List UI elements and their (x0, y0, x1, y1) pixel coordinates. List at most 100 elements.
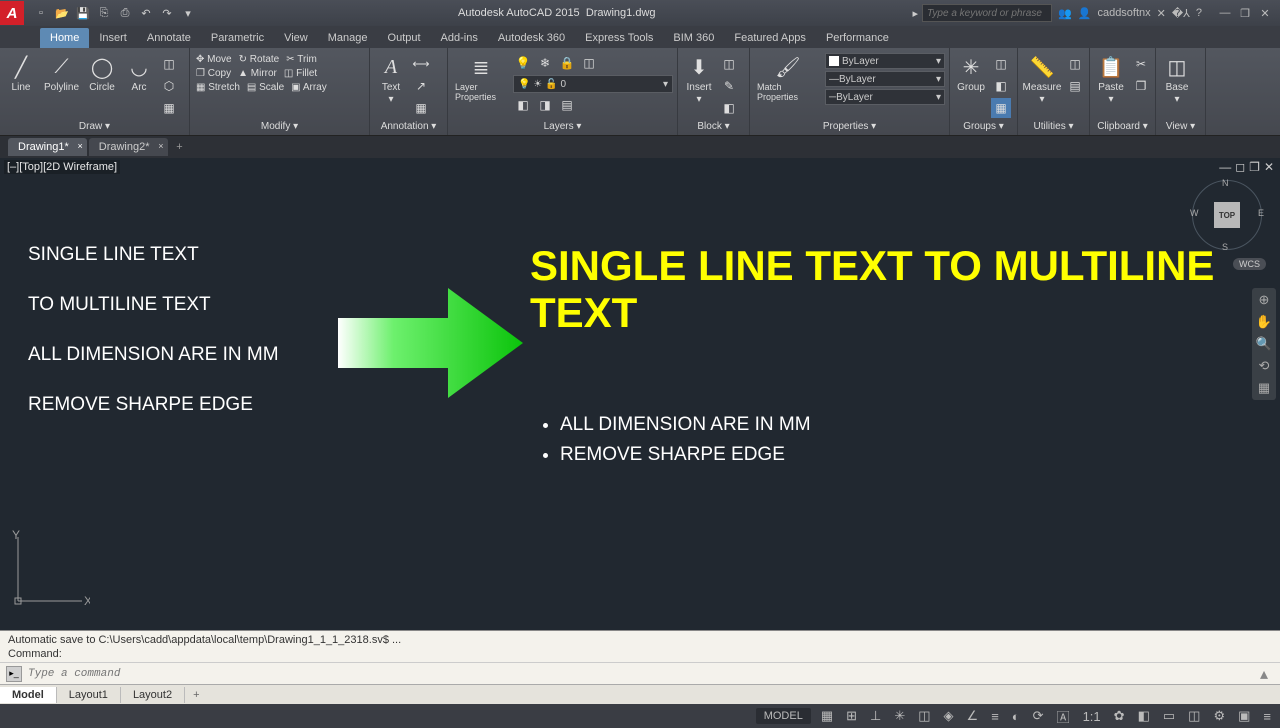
layer-prev-icon[interactable]: ◨ (535, 95, 555, 115)
ribbon-tab-featuredapps[interactable]: Featured Apps (724, 28, 816, 48)
status-polar-icon[interactable]: ✳ (891, 706, 908, 726)
close-tab-icon[interactable]: × (158, 141, 163, 151)
status-workspace-icon[interactable]: ◧ (1135, 706, 1153, 726)
measure-button[interactable]: 📏Measure▾ (1022, 51, 1062, 107)
wcs-badge[interactable]: WCS (1233, 258, 1266, 270)
ribbon-tab-autodesk360[interactable]: Autodesk 360 (488, 28, 575, 48)
qat-new-icon[interactable]: ▫ (32, 4, 50, 22)
panel-modify-label[interactable]: Modify ▾ (194, 119, 365, 135)
panel-clipboard-label[interactable]: Clipboard ▾ (1094, 119, 1151, 135)
insert-button[interactable]: ⬇Insert▾ (682, 51, 716, 107)
layer-properties-button[interactable]: ≣Layer Properties (452, 51, 510, 104)
panel-properties-label[interactable]: Properties ▾ (754, 119, 945, 135)
ribbon-tab-addins[interactable]: Add-ins (431, 28, 488, 48)
nav-wheel-icon[interactable]: ⊕ (1259, 292, 1270, 308)
viewport-label[interactable]: [–][Top][2D Wireframe] (4, 160, 120, 174)
status-gear-icon[interactable]: ✿ (1111, 706, 1128, 726)
color-dropdown[interactable]: ByLayer▾ (825, 53, 945, 69)
search-input[interactable] (922, 4, 1052, 22)
status-isolate-icon[interactable]: ◫ (1185, 706, 1203, 726)
ribbon-tab-bim360[interactable]: BIM 360 (663, 28, 724, 48)
ribbon-tab-performance[interactable]: Performance (816, 28, 899, 48)
help-icon[interactable]: ? (1196, 7, 1202, 19)
infocenter-icon[interactable]: 👥 (1058, 7, 1072, 20)
circle-button[interactable]: ◯Circle (85, 51, 119, 95)
mirror-button[interactable]: ▲ Mirror (236, 67, 279, 80)
qat-redo-icon[interactable]: ↷ (158, 4, 176, 22)
layout-tab-2[interactable]: Layout2 (121, 687, 185, 703)
close-button[interactable]: ✕ (1256, 6, 1274, 20)
group-button[interactable]: ✳Group (954, 51, 988, 95)
block-attr-icon[interactable]: ◧ (719, 98, 739, 118)
copy-button[interactable]: ❐ Copy (194, 67, 233, 80)
ribbon-tab-insert[interactable]: Insert (89, 28, 137, 48)
panel-view-label[interactable]: View ▾ (1160, 119, 1201, 135)
status-model[interactable]: MODEL (756, 708, 811, 724)
user-name[interactable]: caddsoftnx (1097, 7, 1150, 19)
polyline-button[interactable]: ⟋Polyline (41, 51, 82, 95)
status-osnap-icon[interactable]: ◫ (915, 706, 933, 726)
status-monitor-icon[interactable]: ▭ (1160, 706, 1178, 726)
qat-saveas-icon[interactable]: ⎘ (95, 4, 113, 22)
draw-small-1[interactable]: ◫ (159, 54, 179, 74)
lineweight-dropdown[interactable]: — ByLayer▾ (825, 71, 945, 87)
qat-dropdown-icon[interactable]: ▾ (179, 4, 197, 22)
qat-open-icon[interactable]: 📂 (53, 4, 71, 22)
status-ortho-icon[interactable]: ⊥ (867, 706, 884, 726)
add-layout-tab[interactable]: + (185, 687, 207, 703)
copy-clip-icon[interactable]: ❐ (1131, 76, 1151, 96)
layer-state-icon[interactable]: ▤ (557, 95, 577, 115)
panel-layers-label[interactable]: Layers ▾ (452, 119, 673, 135)
array-button[interactable]: ▣ Array (289, 81, 329, 94)
line-button[interactable]: ╱Line (4, 51, 38, 95)
a360-icon[interactable]: �⅄ (1172, 7, 1190, 20)
table-button[interactable]: ▦ (411, 98, 431, 118)
status-custom-icon[interactable]: ≡ (1260, 707, 1274, 726)
nav-zoom-icon[interactable]: 🔍 (1256, 336, 1272, 352)
vp-minimize-icon[interactable]: — (1219, 160, 1231, 174)
qat-save-icon[interactable]: 💾 (74, 4, 92, 22)
match-properties-button[interactable]: 🖌Match Properties (754, 51, 822, 104)
util-1-icon[interactable]: ◫ (1065, 54, 1085, 74)
restore-button[interactable]: ❐ (1236, 6, 1254, 20)
vp-restore-icon[interactable]: ❐ (1249, 160, 1260, 174)
layer-off-icon[interactable]: 💡 (513, 53, 533, 73)
panel-utilities-label[interactable]: Utilities ▾ (1022, 119, 1085, 135)
viewcube[interactable]: TOP NSEW (1192, 180, 1262, 250)
qat-plot-icon[interactable]: ⎙ (116, 4, 134, 22)
util-2-icon[interactable]: ▤ (1065, 76, 1085, 96)
layer-freeze-icon[interactable]: ❄ (535, 53, 555, 73)
scale-button[interactable]: ▤ Scale (245, 81, 286, 94)
dim-button[interactable]: ⟷ (411, 54, 431, 74)
status-grid-icon[interactable]: ▦ (818, 706, 836, 726)
status-snap-icon[interactable]: ⊞ (843, 706, 860, 726)
search-play-icon[interactable]: ▸ (913, 7, 919, 20)
file-tab-1[interactable]: Drawing2*× (89, 138, 168, 156)
command-prompt-icon[interactable]: ▸_ (6, 666, 22, 682)
panel-draw-label[interactable]: Draw ▾ (4, 119, 185, 135)
status-cycling-icon[interactable]: ⟳ (1030, 706, 1047, 726)
drawing-canvas[interactable]: [–][Top][2D Wireframe] — ◻ ❐ ✕ SINGLE LI… (0, 158, 1280, 630)
layout-tab-1[interactable]: Layout1 (57, 687, 121, 703)
ribbon-tab-parametric[interactable]: Parametric (201, 28, 274, 48)
ribbon-tab-expresstools[interactable]: Express Tools (575, 28, 663, 48)
status-clean-icon[interactable]: ▣ (1235, 706, 1253, 726)
qat-undo-icon[interactable]: ↶ (137, 4, 155, 22)
add-file-tab[interactable]: + (170, 141, 190, 153)
status-scale[interactable]: 1:1 (1080, 707, 1104, 726)
arc-button[interactable]: ◡Arc (122, 51, 156, 95)
status-annoscale-icon[interactable]: 🄰 (1054, 705, 1073, 728)
nav-orbit-icon[interactable]: ⟲ (1259, 358, 1270, 374)
status-hardware-icon[interactable]: ⚙ (1210, 706, 1228, 726)
layout-tab-model[interactable]: Model (0, 687, 57, 703)
draw-small-3[interactable]: ▦ (159, 98, 179, 118)
layer-iso-icon[interactable]: ◫ (579, 53, 599, 73)
ribbon-tab-annotate[interactable]: Annotate (137, 28, 201, 48)
nav-pan-icon[interactable]: ✋ (1256, 314, 1272, 330)
command-input[interactable] (28, 668, 1254, 680)
fillet-button[interactable]: ◫ Fillet (282, 67, 319, 80)
ribbon-tab-output[interactable]: Output (378, 28, 431, 48)
block-create-icon[interactable]: ◫ (719, 54, 739, 74)
status-otrack-icon[interactable]: ∠ (964, 706, 982, 726)
status-3dosnap-icon[interactable]: ◈ (941, 706, 957, 726)
